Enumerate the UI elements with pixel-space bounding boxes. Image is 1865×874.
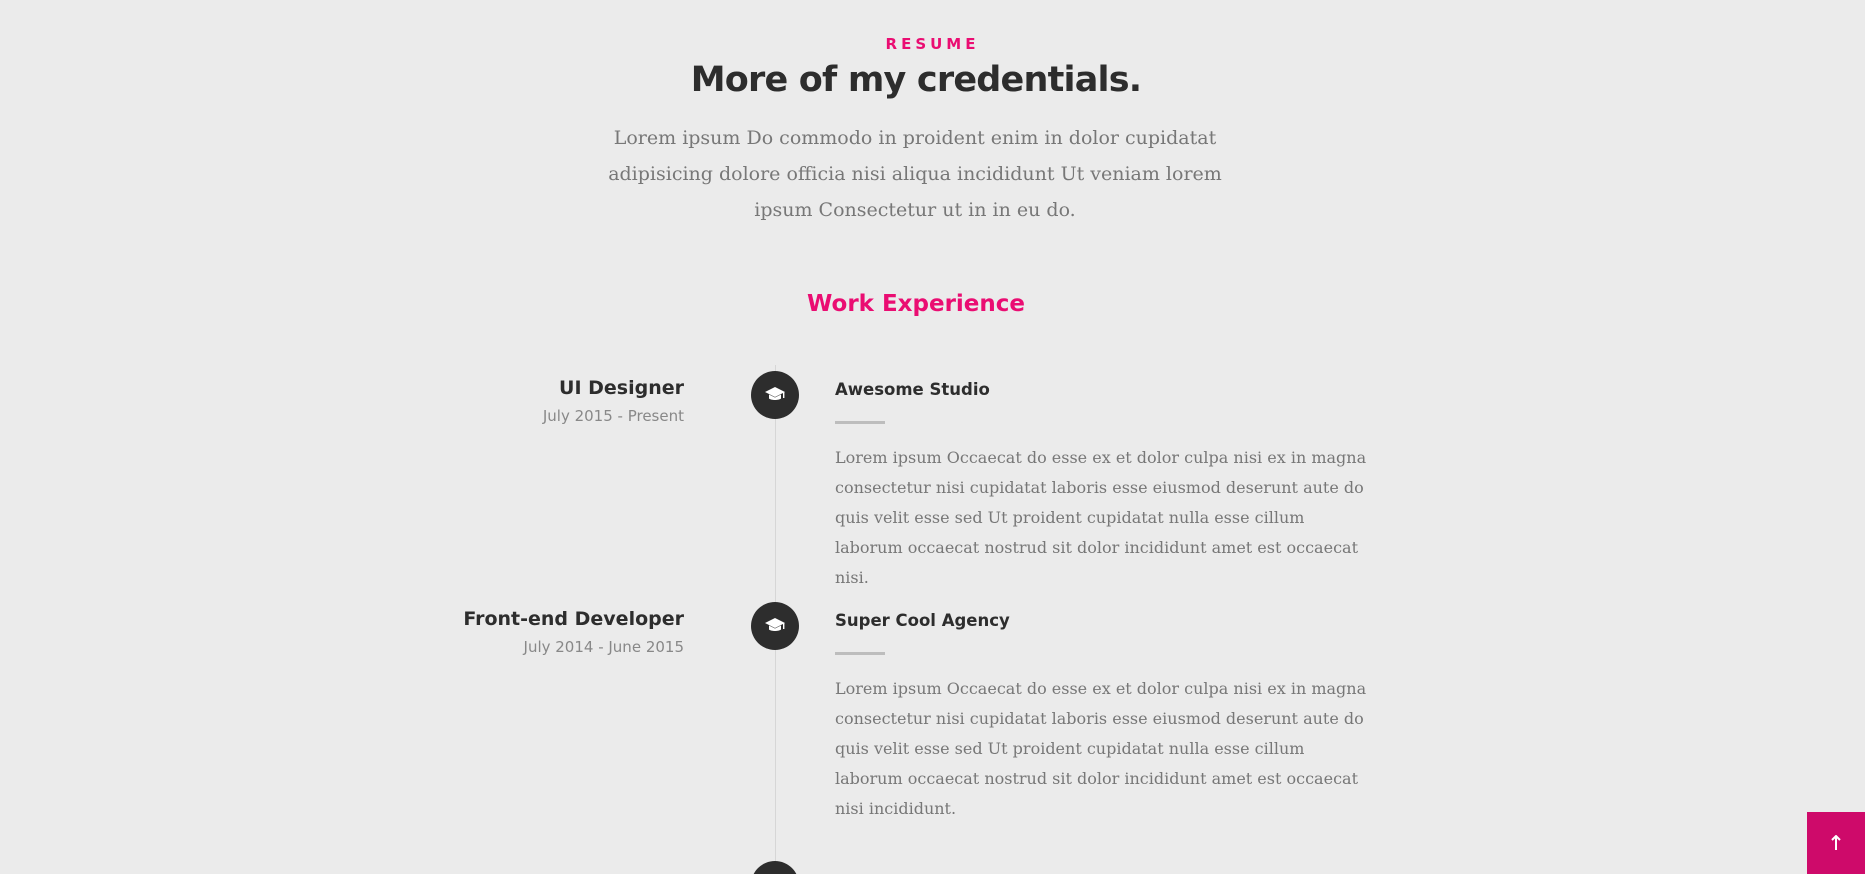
arrow-up-icon	[1831, 835, 1841, 850]
divider	[835, 652, 885, 655]
company-name: Super Cool Agency	[835, 611, 1010, 630]
graduation-cap-icon	[751, 861, 799, 874]
intro-text: Lorem ipsum Do commodo in proident enim …	[608, 127, 1222, 221]
job-date: July 2015 - Present	[542, 407, 684, 425]
timeline-item-body: Super Cool Agency Lorem ipsum Occaecat d…	[835, 611, 1375, 824]
job-title: UI Designer	[559, 377, 684, 399]
back-to-top-button[interactable]	[1807, 812, 1865, 874]
work-experience-heading: Work Experience	[806, 291, 1026, 317]
timeline-item-body: Awesome Studio Lorem ipsum Occaecat do e…	[835, 380, 1375, 593]
company-name: Awesome Studio	[835, 380, 990, 399]
job-title: Front-end Developer	[463, 608, 684, 630]
section-eyebrow: RESUME	[885, 35, 980, 53]
timeline-item-meta: Front-end Developer July 2014 - June 201…	[324, 608, 684, 656]
graduation-cap-icon	[751, 602, 799, 650]
graduation-cap-icon	[751, 371, 799, 419]
job-date: July 2014 - June 2015	[523, 638, 684, 656]
timeline-item-meta: UI Designer July 2015 - Present	[324, 377, 684, 425]
job-description: Lorem ipsum Occaecat do esse ex et dolor…	[835, 679, 1367, 818]
job-description: Lorem ipsum Occaecat do esse ex et dolor…	[835, 448, 1367, 587]
divider	[835, 421, 885, 424]
page-title: More of my credentials.	[690, 60, 1142, 100]
